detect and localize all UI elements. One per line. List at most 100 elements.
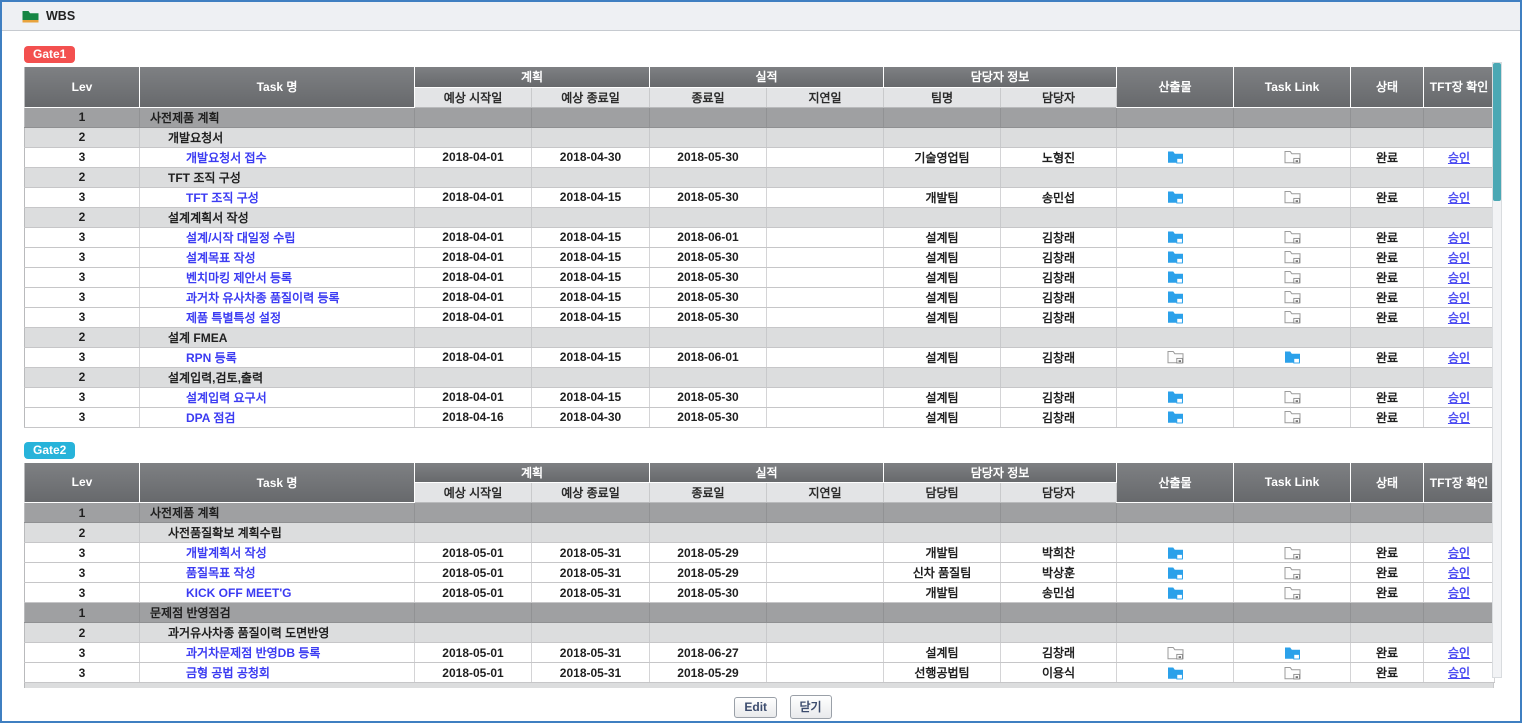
status-cell	[1351, 167, 1424, 187]
col-plan-group: 계획	[415, 67, 650, 87]
gray-folder-icon[interactable]	[1284, 546, 1301, 560]
plan-start-cell	[415, 367, 532, 387]
blue-folder-icon[interactable]	[1167, 586, 1184, 600]
end-date-cell: 2018-05-30	[650, 147, 767, 167]
task-name-cell: 설계목표 작성	[140, 247, 415, 267]
gray-folder-icon[interactable]	[1284, 310, 1301, 324]
delay-cell	[767, 207, 884, 227]
lev-cell: 1	[25, 107, 140, 127]
blue-folder-icon[interactable]	[1167, 666, 1184, 680]
approve-link[interactable]: 승인	[1448, 251, 1470, 265]
task-name-link[interactable]: 개발요청서 접수	[186, 151, 267, 165]
gray-folder-icon[interactable]	[1284, 410, 1301, 424]
deliverable-cell	[1117, 267, 1234, 287]
gray-folder-icon[interactable]	[1284, 250, 1301, 264]
approve-link[interactable]: 승인	[1448, 646, 1470, 660]
task-name-link[interactable]: KICK OFF MEET'G	[186, 586, 292, 600]
task-name-link[interactable]: 과거차문제점 반영DB 등록	[186, 646, 320, 660]
blue-folder-icon[interactable]	[1167, 410, 1184, 424]
vertical-scrollbar[interactable]	[1492, 62, 1502, 678]
task-name-link[interactable]: 품질목표 작성	[186, 566, 256, 580]
blue-folder-icon[interactable]	[1167, 546, 1184, 560]
blue-folder-icon[interactable]	[1167, 150, 1184, 164]
approve-link[interactable]: 승인	[1448, 411, 1470, 425]
approve-link[interactable]: 승인	[1448, 191, 1470, 205]
gray-folder-icon[interactable]	[1284, 230, 1301, 244]
task-name-link[interactable]: 제품 특별특성 설정	[186, 311, 281, 325]
approve-link[interactable]: 승인	[1448, 546, 1470, 560]
task-row: 3KICK OFF MEET'G2018-05-012018-05-312018…	[25, 583, 1495, 603]
task-name-link[interactable]: 과거차 유사차종 품질이력 등록	[186, 291, 340, 305]
gray-folder-icon[interactable]	[1167, 350, 1184, 364]
plan-end-cell: 2018-04-15	[532, 347, 650, 367]
col-plan-start: 예상 시작일	[415, 483, 532, 503]
blue-folder-icon[interactable]	[1284, 646, 1301, 660]
col-task: Task 명	[140, 67, 415, 107]
blue-folder-icon[interactable]	[1167, 270, 1184, 284]
gray-folder-icon[interactable]	[1284, 586, 1301, 600]
status-cell	[1351, 603, 1424, 623]
task-name-link[interactable]: 금형 공법 공청회	[186, 666, 270, 680]
owner-cell: 김창래	[1001, 267, 1117, 287]
blue-folder-icon[interactable]	[1167, 250, 1184, 264]
team-cell	[884, 127, 1001, 147]
gray-folder-icon[interactable]	[1284, 190, 1301, 204]
task-name-link[interactable]: DPA 점검	[186, 411, 235, 425]
delay-cell	[767, 387, 884, 407]
owner-cell: 김창래	[1001, 643, 1117, 663]
task-name-link[interactable]: 설계목표 작성	[186, 251, 256, 265]
edit-button[interactable]: Edit	[734, 697, 777, 718]
close-button[interactable]: 닫기	[790, 695, 832, 719]
approve-link[interactable]: 승인	[1448, 291, 1470, 305]
approve-link[interactable]: 승인	[1448, 311, 1470, 325]
approve-link[interactable]: 승인	[1448, 151, 1470, 165]
deliverable-cell	[1117, 503, 1234, 523]
task-name-link[interactable]: 개발계획서 작성	[186, 546, 267, 560]
end-date-cell: 2018-05-30	[650, 583, 767, 603]
deliverable-cell	[1117, 583, 1234, 603]
blue-folder-icon[interactable]	[1167, 190, 1184, 204]
gray-folder-icon[interactable]	[1284, 566, 1301, 580]
blue-folder-icon[interactable]	[1167, 230, 1184, 244]
approve-link[interactable]: 승인	[1448, 666, 1470, 680]
plan-end-cell: 2018-05-31	[532, 583, 650, 603]
approve-link[interactable]: 승인	[1448, 271, 1470, 285]
gray-folder-icon[interactable]	[1284, 666, 1301, 680]
blue-folder-icon[interactable]	[1167, 310, 1184, 324]
delay-cell	[767, 583, 884, 603]
task-group-label: 개발요청서	[168, 131, 223, 145]
task-name-link[interactable]: 벤치마킹 제안서 등록	[186, 271, 292, 285]
approve-link[interactable]: 승인	[1448, 231, 1470, 245]
gray-folder-icon[interactable]	[1284, 150, 1301, 164]
approve-link[interactable]: 승인	[1448, 351, 1470, 365]
task-name-link[interactable]: 설계입력 요구서	[186, 391, 267, 405]
end-date-cell: 2018-06-27	[650, 643, 767, 663]
task-name-link[interactable]: TFT 조직 구성	[186, 191, 259, 205]
deliverable-cell	[1117, 387, 1234, 407]
approve-link[interactable]: 승인	[1448, 586, 1470, 600]
approve-link[interactable]: 승인	[1448, 391, 1470, 405]
approve-link[interactable]: 승인	[1448, 566, 1470, 580]
blue-folder-icon[interactable]	[1167, 566, 1184, 580]
owner-cell: 송민섭	[1001, 583, 1117, 603]
confirm-cell	[1424, 623, 1495, 643]
blue-folder-icon[interactable]	[1167, 290, 1184, 304]
end-date-cell: 2018-05-30	[650, 287, 767, 307]
blue-folder-icon[interactable]	[1167, 390, 1184, 404]
task-name-cell: 사전제품 계획	[140, 107, 415, 127]
status-cell	[1351, 327, 1424, 347]
owner-cell: 김창래	[1001, 387, 1117, 407]
team-cell: 설계팀	[884, 407, 1001, 427]
gray-folder-icon[interactable]	[1284, 270, 1301, 284]
gray-folder-icon[interactable]	[1284, 390, 1301, 404]
end-date-cell	[650, 503, 767, 523]
task-name-link[interactable]: RPN 등록	[186, 351, 237, 365]
gray-folder-icon[interactable]	[1284, 290, 1301, 304]
gray-folder-icon[interactable]	[1167, 646, 1184, 660]
scrollbar-thumb[interactable]	[1493, 63, 1501, 201]
task-name-link[interactable]: 설계/시작 대일정 수립	[186, 231, 295, 245]
plan-start-cell: 2018-04-01	[415, 267, 532, 287]
deliverable-cell	[1117, 367, 1234, 387]
col-lev: Lev	[25, 67, 140, 107]
blue-folder-icon[interactable]	[1284, 350, 1301, 364]
